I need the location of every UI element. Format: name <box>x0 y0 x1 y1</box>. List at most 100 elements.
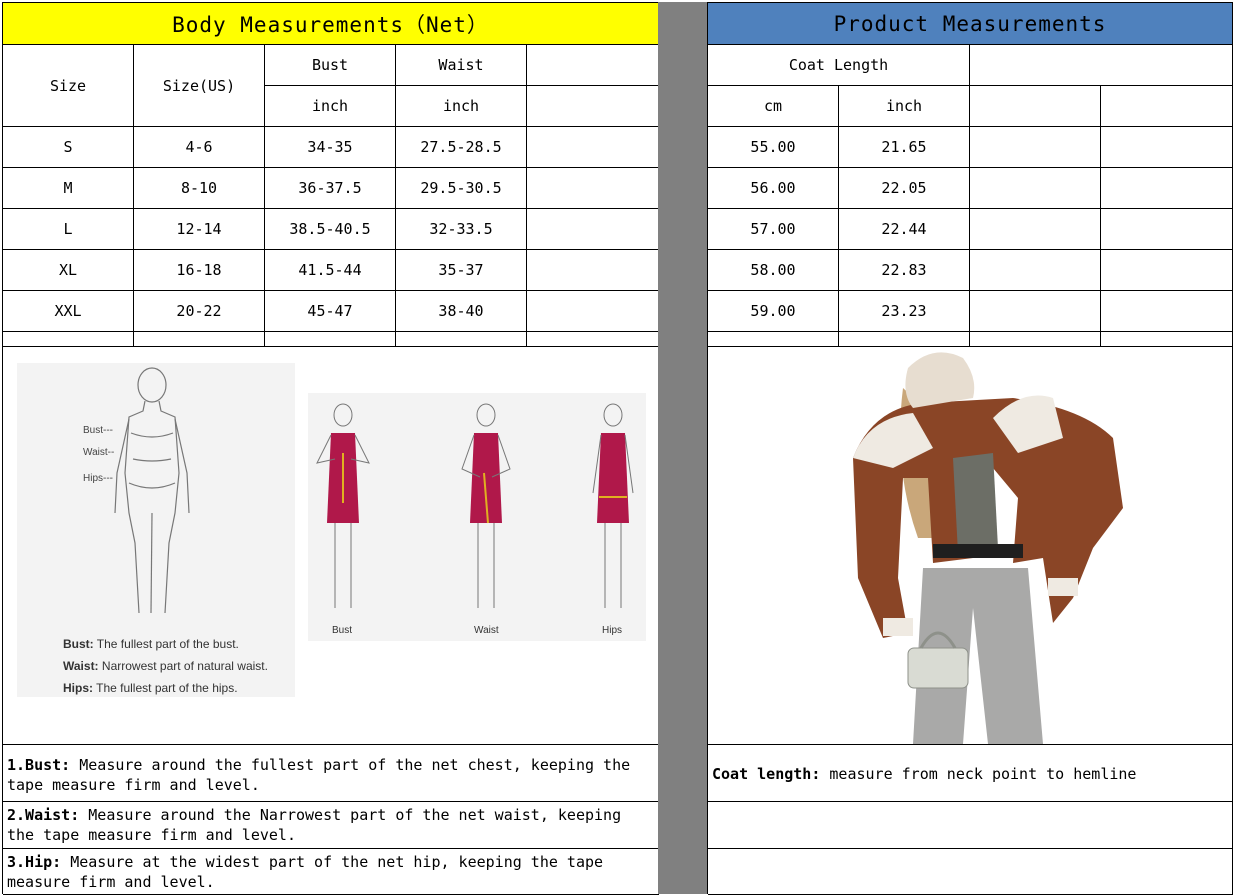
inch-cell: 22.44 <box>839 209 970 250</box>
spacer-cell <box>396 332 527 347</box>
dress-steps-figure: Bust Waist Hips <box>308 393 646 641</box>
cm-cell: 57.00 <box>708 209 839 250</box>
empty-cell <box>970 250 1101 291</box>
empty-cell <box>1101 209 1233 250</box>
hip-note: 3.Hip: Measure at the widest part of the… <box>3 849 659 895</box>
size-cell: M <box>3 168 134 209</box>
empty-unit-cell <box>527 86 659 127</box>
body-outline-icon <box>114 367 190 614</box>
hips-definition-text: The fullest part of the hips. <box>96 681 238 695</box>
col-coat-length-header: Coat Length <box>708 45 970 86</box>
waist-unit: inch <box>396 86 527 127</box>
size-cell: XL <box>3 250 134 291</box>
waist-cell: 29.5-30.5 <box>396 168 527 209</box>
size-cell: S <box>3 127 134 168</box>
coat-length-note-text: measure from neck point to hemline <box>820 765 1137 783</box>
hip-note-text: Measure at the widest part of the net hi… <box>7 853 604 891</box>
step-label-waist: Waist <box>474 625 499 636</box>
figure-label-bust: Bust--- <box>83 425 113 436</box>
bust-definition-text: The fullest part of the bust. <box>96 637 239 651</box>
body-measurements-title: Body Measurements（Net） <box>3 3 659 45</box>
spacer-cell <box>1101 332 1233 347</box>
figure-label-waist: Waist-- <box>83 447 115 458</box>
spacer-cell <box>708 332 839 347</box>
inch-cell: 22.05 <box>839 168 970 209</box>
waist-note: 2.Waist: Measure around the Narrowest pa… <box>3 802 659 849</box>
size-us-cell: 20-22 <box>134 291 265 332</box>
size-us-cell: 4-6 <box>134 127 265 168</box>
waist-note-label: 2.Waist: <box>7 806 80 824</box>
empty-cell <box>970 291 1101 332</box>
bust-note-text: Measure around the fullest part of the n… <box>7 756 631 794</box>
waist-cell: 27.5-28.5 <box>396 127 527 168</box>
step-label-bust: Bust <box>332 625 353 636</box>
empty-cell <box>1101 127 1233 168</box>
cm-cell: 59.00 <box>708 291 839 332</box>
empty-header-cell <box>970 45 1233 86</box>
empty-cell <box>527 250 659 291</box>
bust-cell: 38.5-40.5 <box>265 209 396 250</box>
empty-cell <box>527 291 659 332</box>
hips-definition-label: Hips: <box>63 681 93 695</box>
spacer-cell <box>527 332 659 347</box>
spacer-cell <box>265 332 396 347</box>
bust-note-label: 1.Bust: <box>7 756 71 774</box>
bust-cell: 34-35 <box>265 127 396 168</box>
waist-definition: Waist: Narrowest part of natural waist. <box>63 659 268 673</box>
jacket-model-photo <box>853 352 1123 744</box>
bust-note: 1.Bust: Measure around the fullest part … <box>3 745 659 802</box>
size-us-cell: 12-14 <box>134 209 265 250</box>
coat-length-note-label: Coat length: <box>712 765 821 783</box>
spacer-cell <box>134 332 265 347</box>
cm-cell: 55.00 <box>708 127 839 168</box>
waist-cell: 38-40 <box>396 291 527 332</box>
bust-cell: 45-47 <box>265 291 396 332</box>
empty-note-row <box>708 849 1233 895</box>
dress-steps-icon <box>316 403 634 608</box>
empty-cell <box>527 127 659 168</box>
bust-cell: 41.5-44 <box>265 250 396 291</box>
figure-label-hips: Hips--- <box>83 473 113 484</box>
hip-note-label: 3.Hip: <box>7 853 62 871</box>
waist-cell: 35-37 <box>396 250 527 291</box>
coat-length-note: Coat length: measure from neck point to … <box>708 745 1233 802</box>
empty-cell <box>527 168 659 209</box>
empty-cell <box>970 209 1101 250</box>
bust-cell: 36-37.5 <box>265 168 396 209</box>
empty-note-row <box>708 802 1233 849</box>
empty-cell <box>1101 291 1233 332</box>
col-bust-header: Bust <box>265 45 396 86</box>
empty-unit-cell <box>970 86 1101 127</box>
empty-cell <box>1101 250 1233 291</box>
bust-definition-label: Bust: <box>63 637 94 651</box>
col-size-header: Size <box>3 45 134 127</box>
empty-unit-cell <box>1101 86 1233 127</box>
spacer-cell <box>3 332 134 347</box>
product-measurements-table: Product Measurements Coat Length cm inch… <box>708 2 1233 895</box>
waist-definition-label: Waist: <box>63 659 99 673</box>
size-cell: L <box>3 209 134 250</box>
empty-cell <box>970 127 1101 168</box>
product-photo-area <box>708 347 1233 745</box>
size-cell: XXL <box>3 291 134 332</box>
size-us-cell: 8-10 <box>134 168 265 209</box>
inch-cell: 23.23 <box>839 291 970 332</box>
measurement-figure-area: Bust--- Waist-- Hips--- Bust: The fulles… <box>3 347 659 745</box>
bust-unit: inch <box>265 86 396 127</box>
body-outline-figure: Bust--- Waist-- Hips--- Bust: The fulles… <box>17 363 295 697</box>
inch-unit: inch <box>839 86 970 127</box>
inch-cell: 21.65 <box>839 127 970 168</box>
step-label-hips: Hips <box>602 625 623 636</box>
empty-cell <box>970 168 1101 209</box>
empty-cell <box>1101 168 1233 209</box>
body-measurements-table: Body Measurements（Net） Size Size(US) Bus… <box>2 2 659 895</box>
empty-cell <box>527 209 659 250</box>
product-measurements-title: Product Measurements <box>708 3 1233 45</box>
col-size-us-header: Size(US) <box>134 45 265 127</box>
empty-header-cell <box>527 45 659 86</box>
column-separator <box>658 2 708 894</box>
size-us-cell: 16-18 <box>134 250 265 291</box>
inch-cell: 22.83 <box>839 250 970 291</box>
spacer-cell <box>839 332 970 347</box>
cm-unit: cm <box>708 86 839 127</box>
